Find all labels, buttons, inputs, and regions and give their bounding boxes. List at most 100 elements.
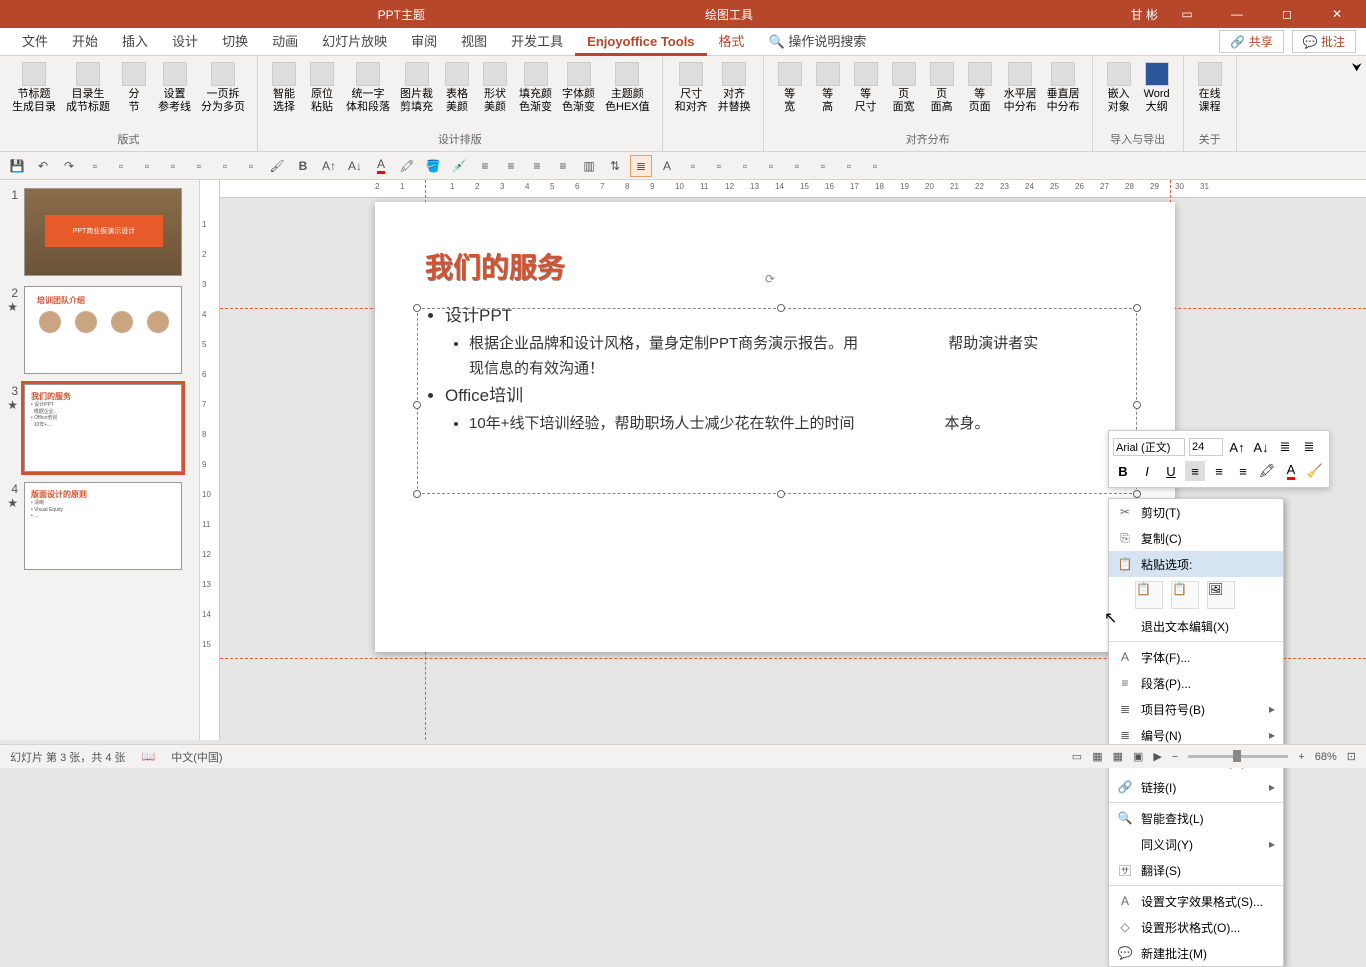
qat-icon[interactable]: ▫ — [84, 155, 106, 177]
save-icon[interactable]: 💾 — [6, 155, 28, 177]
tab-developer[interactable]: 开发工具 — [499, 28, 575, 56]
ctx-synonym[interactable]: 同义词(Y)▸ — [1109, 831, 1283, 857]
tab-animation[interactable]: 动画 — [260, 28, 310, 56]
btn-eq-width[interactable]: 等 宽 — [772, 60, 808, 129]
qat-icon[interactable]: ▫ — [110, 155, 132, 177]
ctx-shape-format[interactable]: ◇设置形状格式(O)... — [1109, 914, 1283, 940]
tab-slideshow[interactable]: 幻灯片放映 — [310, 28, 399, 56]
btn-theme-hex[interactable]: 主题颜 色HEX值 — [601, 60, 654, 129]
slide-counter[interactable]: 幻灯片 第 3 张，共 4 张 — [10, 749, 126, 765]
qat-icon[interactable]: ▫ — [136, 155, 158, 177]
ctx-cut[interactable]: ✂剪切(T) — [1109, 499, 1283, 525]
tab-format[interactable]: 格式 — [707, 28, 757, 56]
reading-view-icon[interactable]: ▣ — [1133, 750, 1143, 763]
tab-insert[interactable]: 插入 — [110, 28, 160, 56]
bullets-icon[interactable]: ≣ — [630, 155, 652, 177]
notes-icon[interactable]: ▭ — [1072, 750, 1082, 763]
tab-view[interactable]: 视图 — [449, 28, 499, 56]
ctx-copy[interactable]: ⎘复制(C) — [1109, 525, 1283, 551]
fit-window-icon[interactable]: ⊡ — [1347, 750, 1356, 763]
tab-design[interactable]: 设计 — [160, 28, 210, 56]
bold-icon[interactable]: B — [292, 155, 314, 177]
qat-icon[interactable]: ▫ — [812, 155, 834, 177]
ribbon-options-icon[interactable]: ▭ — [1166, 0, 1208, 28]
zoom-in-icon[interactable]: + — [1298, 751, 1304, 763]
eyedropper-icon[interactable]: 💉 — [448, 155, 470, 177]
qat-icon[interactable]: ▫ — [838, 155, 860, 177]
paste-option-1[interactable]: 📋 — [1135, 581, 1163, 609]
btn-eq-height[interactable]: 等 高 — [810, 60, 846, 129]
tab-enjoyoffice[interactable]: Enjoyoffice Tools — [575, 28, 706, 56]
slideshow-icon[interactable]: ▶ — [1153, 750, 1161, 763]
ribbon-collapse-icon[interactable]: ⮟ — [1348, 56, 1366, 151]
tab-review[interactable]: 审阅 — [399, 28, 449, 56]
ctx-bullets[interactable]: ≣项目符号(B)▸ — [1109, 696, 1283, 722]
tab-file[interactable]: 文件 — [10, 28, 60, 56]
btn-guides[interactable]: 设置 参考线 — [154, 60, 195, 129]
line-spacing-icon[interactable]: ⇅ — [604, 155, 626, 177]
format-painter-icon[interactable]: 🧹 — [1305, 461, 1325, 481]
format-painter-icon[interactable]: 🖌 — [266, 155, 288, 177]
btn-page-width[interactable]: 页 面宽 — [886, 60, 922, 129]
qat-icon[interactable]: ▫ — [708, 155, 730, 177]
qat-icon[interactable]: ▫ — [162, 155, 184, 177]
btn-gen-toc[interactable]: 节标题 生成目录 — [8, 60, 60, 129]
zoom-level[interactable]: 68% — [1315, 751, 1337, 763]
btn-eq-page[interactable]: 等 页面 — [962, 60, 998, 129]
sorter-view-icon[interactable]: ▦ — [1113, 750, 1123, 763]
btn-split-page[interactable]: 一页拆 分为多页 — [197, 60, 249, 129]
font-color-icon[interactable]: A — [1281, 461, 1301, 481]
btn-img-crop[interactable]: 图片裁 剪填充 — [396, 60, 437, 129]
rotate-handle-icon[interactable]: ⟳ — [765, 272, 775, 286]
ctx-paragraph[interactable]: ≡段落(P)... — [1109, 670, 1283, 696]
font-shrink-icon[interactable]: A↓ — [344, 155, 366, 177]
tab-home[interactable]: 开始 — [60, 28, 110, 56]
ctx-text-effect[interactable]: A设置文字效果格式(S)... — [1109, 888, 1283, 914]
highlight-icon[interactable]: 🖍 — [1257, 461, 1277, 481]
align-center-icon[interactable]: ≡ — [1209, 461, 1229, 481]
btn-smart-select[interactable]: 智能 选择 — [266, 60, 302, 129]
btn-section[interactable]: 分 节 — [116, 60, 152, 129]
underline-icon[interactable]: U — [1161, 461, 1181, 481]
qat-icon[interactable]: ▫ — [682, 155, 704, 177]
btn-toc-sections[interactable]: 目录生 成节标题 — [62, 60, 114, 129]
comment-button[interactable]: 💬 批注 — [1292, 30, 1356, 53]
btn-eq-size[interactable]: 等 尺寸 — [848, 60, 884, 129]
zoom-slider[interactable] — [1188, 755, 1288, 758]
qat-icon[interactable]: ▫ — [734, 155, 756, 177]
thumbnail-pane[interactable]: 1 PPT商业板演示设计 2★ 培训团队介绍 3★ 我们的服务• 设计PPT 根… — [0, 180, 200, 740]
grow-font-icon[interactable]: A↑ — [1227, 437, 1247, 457]
ctx-link[interactable]: 🔗链接(I)▸ — [1109, 774, 1283, 800]
btn-unify-font[interactable]: 统一字 体和段落 — [342, 60, 394, 129]
btn-paste-inplace[interactable]: 原位 粘贴 — [304, 60, 340, 129]
canvas-area[interactable]: 21 123 456 789 101112 131415 161718 1920… — [220, 180, 1366, 740]
align-left-icon[interactable]: ≡ — [474, 155, 496, 177]
qat-icon[interactable]: ▫ — [864, 155, 886, 177]
language-status[interactable]: 中文(中国) — [171, 749, 222, 765]
btn-fill-gradient[interactable]: 填充颜 色渐变 — [515, 60, 556, 129]
align-justify-icon[interactable]: ≡ — [552, 155, 574, 177]
minimize-icon[interactable]: — — [1216, 0, 1258, 28]
btn-table-beauty[interactable]: 表格 美颜 — [439, 60, 475, 129]
normal-view-icon[interactable]: ▦ — [1092, 750, 1102, 763]
slide-title[interactable]: 我们的服务 — [425, 246, 565, 286]
ctx-smart-lookup[interactable]: 🔍智能查找(L) — [1109, 805, 1283, 831]
font-color-icon[interactable]: A — [370, 155, 392, 177]
btn-font-gradient[interactable]: 字体颜 色渐变 — [558, 60, 599, 129]
indent-left-icon[interactable]: ≣ — [1275, 437, 1295, 457]
bold-icon[interactable]: B — [1113, 461, 1133, 481]
btn-vdist[interactable]: 垂直居 中分布 — [1043, 60, 1084, 129]
btn-shape-beauty[interactable]: 形状 美颜 — [477, 60, 513, 129]
share-button[interactable]: 🔗 共享 — [1219, 30, 1283, 53]
font-family-input[interactable] — [1113, 438, 1185, 456]
qat-icon[interactable]: ▫ — [188, 155, 210, 177]
highlight-icon[interactable]: 🖍 — [396, 155, 418, 177]
qat-icon[interactable]: ▫ — [760, 155, 782, 177]
font-size-input[interactable] — [1189, 438, 1223, 456]
btn-online-course[interactable]: 在线 课程 — [1192, 60, 1228, 129]
text-selection-box[interactable] — [417, 308, 1137, 494]
btn-hdist[interactable]: 水平居 中分布 — [1000, 60, 1041, 129]
paste-option-2[interactable]: 📋 — [1171, 581, 1199, 609]
align-left-icon[interactable]: ≡ — [1185, 461, 1205, 481]
qat-icon[interactable]: ▫ — [214, 155, 236, 177]
